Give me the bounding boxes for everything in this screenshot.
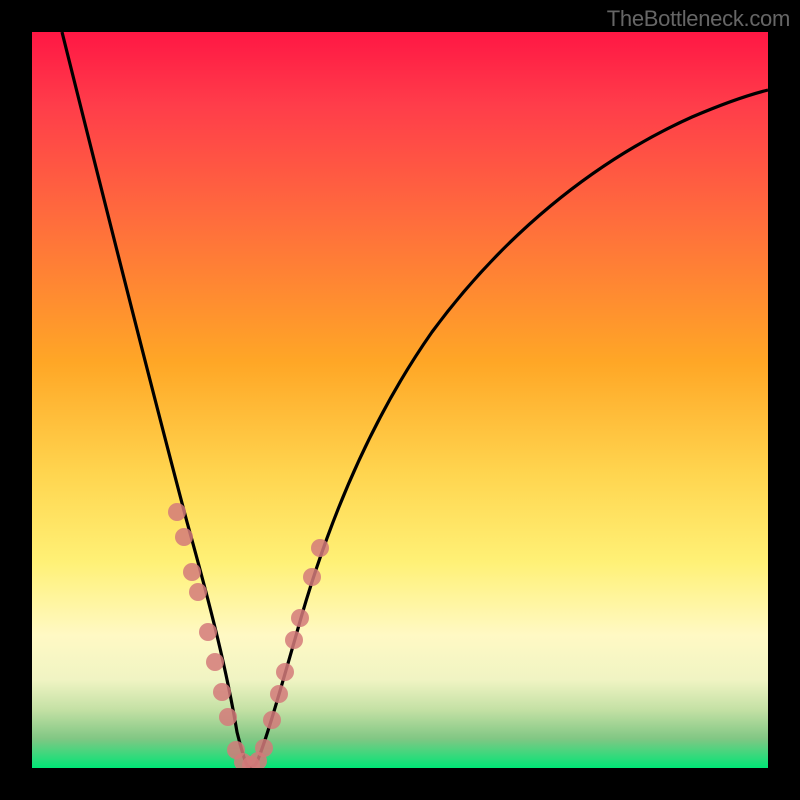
marker-dot [175, 528, 193, 546]
marker-dot [263, 711, 281, 729]
plot-area [32, 32, 768, 768]
marker-dot [206, 653, 224, 671]
marker-dot [189, 583, 207, 601]
chart-frame: TheBottleneck.com [0, 0, 800, 800]
marker-dot [303, 568, 321, 586]
marker-dot [255, 739, 273, 757]
marker-dot [291, 609, 309, 627]
marker-dot [285, 631, 303, 649]
marker-dot [213, 683, 231, 701]
plot-svg [32, 32, 768, 768]
marker-dot [183, 563, 201, 581]
marker-dot [276, 663, 294, 681]
watermark-text: TheBottleneck.com [607, 6, 790, 32]
marker-dot [219, 708, 237, 726]
marker-dot [199, 623, 217, 641]
marker-dot [311, 539, 329, 557]
marker-dot [270, 685, 288, 703]
marker-dot [168, 503, 186, 521]
bottleneck-curve [62, 32, 768, 767]
